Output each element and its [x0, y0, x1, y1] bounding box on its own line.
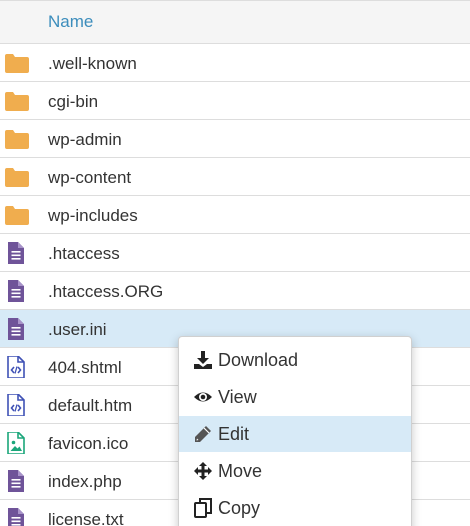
table-row[interactable]: wp-includes: [0, 196, 470, 234]
table-row[interactable]: .htaccess: [0, 234, 470, 272]
file-name: license.txt: [48, 510, 124, 526]
file-name: default.htm: [48, 396, 133, 415]
file-name: .well-known: [48, 54, 137, 73]
move-arrows-icon: [193, 461, 213, 481]
menu-item-move[interactable]: Move: [179, 453, 411, 489]
menu-item-download[interactable]: Download: [179, 342, 411, 378]
file-manager-panel: Name .well-known cgi-bin wp-admin wp-con…: [0, 0, 470, 526]
table-header: Name: [0, 0, 470, 44]
table-row[interactable]: cgi-bin: [0, 82, 470, 120]
text-file-icon: [4, 280, 30, 302]
code-file-icon: [4, 355, 30, 379]
file-name: wp-content: [48, 168, 132, 187]
file-name: wp-includes: [48, 206, 138, 225]
file-name: .htaccess.ORG: [48, 282, 164, 301]
menu-item-label: Copy: [218, 498, 261, 518]
text-file-icon: [4, 470, 30, 492]
table-row[interactable]: wp-content: [0, 158, 470, 196]
menu-item-label: Edit: [218, 424, 250, 444]
file-name: index.php: [48, 472, 122, 491]
folder-icon: [4, 128, 30, 150]
context-menu: Download View Edit Move Copy: [178, 336, 412, 526]
menu-item-view[interactable]: View: [179, 379, 411, 415]
menu-item-label: View: [218, 387, 257, 407]
table-row[interactable]: .well-known: [0, 44, 470, 82]
menu-item-edit[interactable]: Edit: [179, 416, 411, 452]
file-name: favicon.ico: [48, 434, 129, 453]
menu-item-label: Download: [218, 350, 299, 370]
download-icon: [193, 350, 213, 370]
text-file-icon: [4, 242, 30, 264]
name-column-header[interactable]: Name: [48, 12, 93, 32]
file-name: cgi-bin: [48, 92, 99, 111]
folder-icon: [4, 204, 30, 226]
folder-icon: [4, 166, 30, 188]
menu-item-copy[interactable]: Copy: [179, 490, 411, 526]
code-file-icon: [4, 393, 30, 417]
table-row[interactable]: .htaccess.ORG: [0, 272, 470, 310]
file-name: 404.shtml: [48, 358, 122, 377]
pencil-icon: [193, 424, 213, 444]
file-name: wp-admin: [48, 130, 122, 149]
folder-icon: [4, 52, 30, 74]
eye-icon: [193, 387, 213, 407]
text-file-icon: [4, 508, 30, 526]
image-file-icon: [4, 431, 30, 455]
file-name: .user.ini: [48, 320, 107, 339]
table-row[interactable]: wp-admin: [0, 120, 470, 158]
file-name: .htaccess: [48, 244, 120, 263]
copy-icon: [193, 498, 213, 518]
folder-icon: [4, 90, 30, 112]
text-file-icon: [4, 318, 30, 340]
menu-item-label: Move: [218, 461, 263, 481]
